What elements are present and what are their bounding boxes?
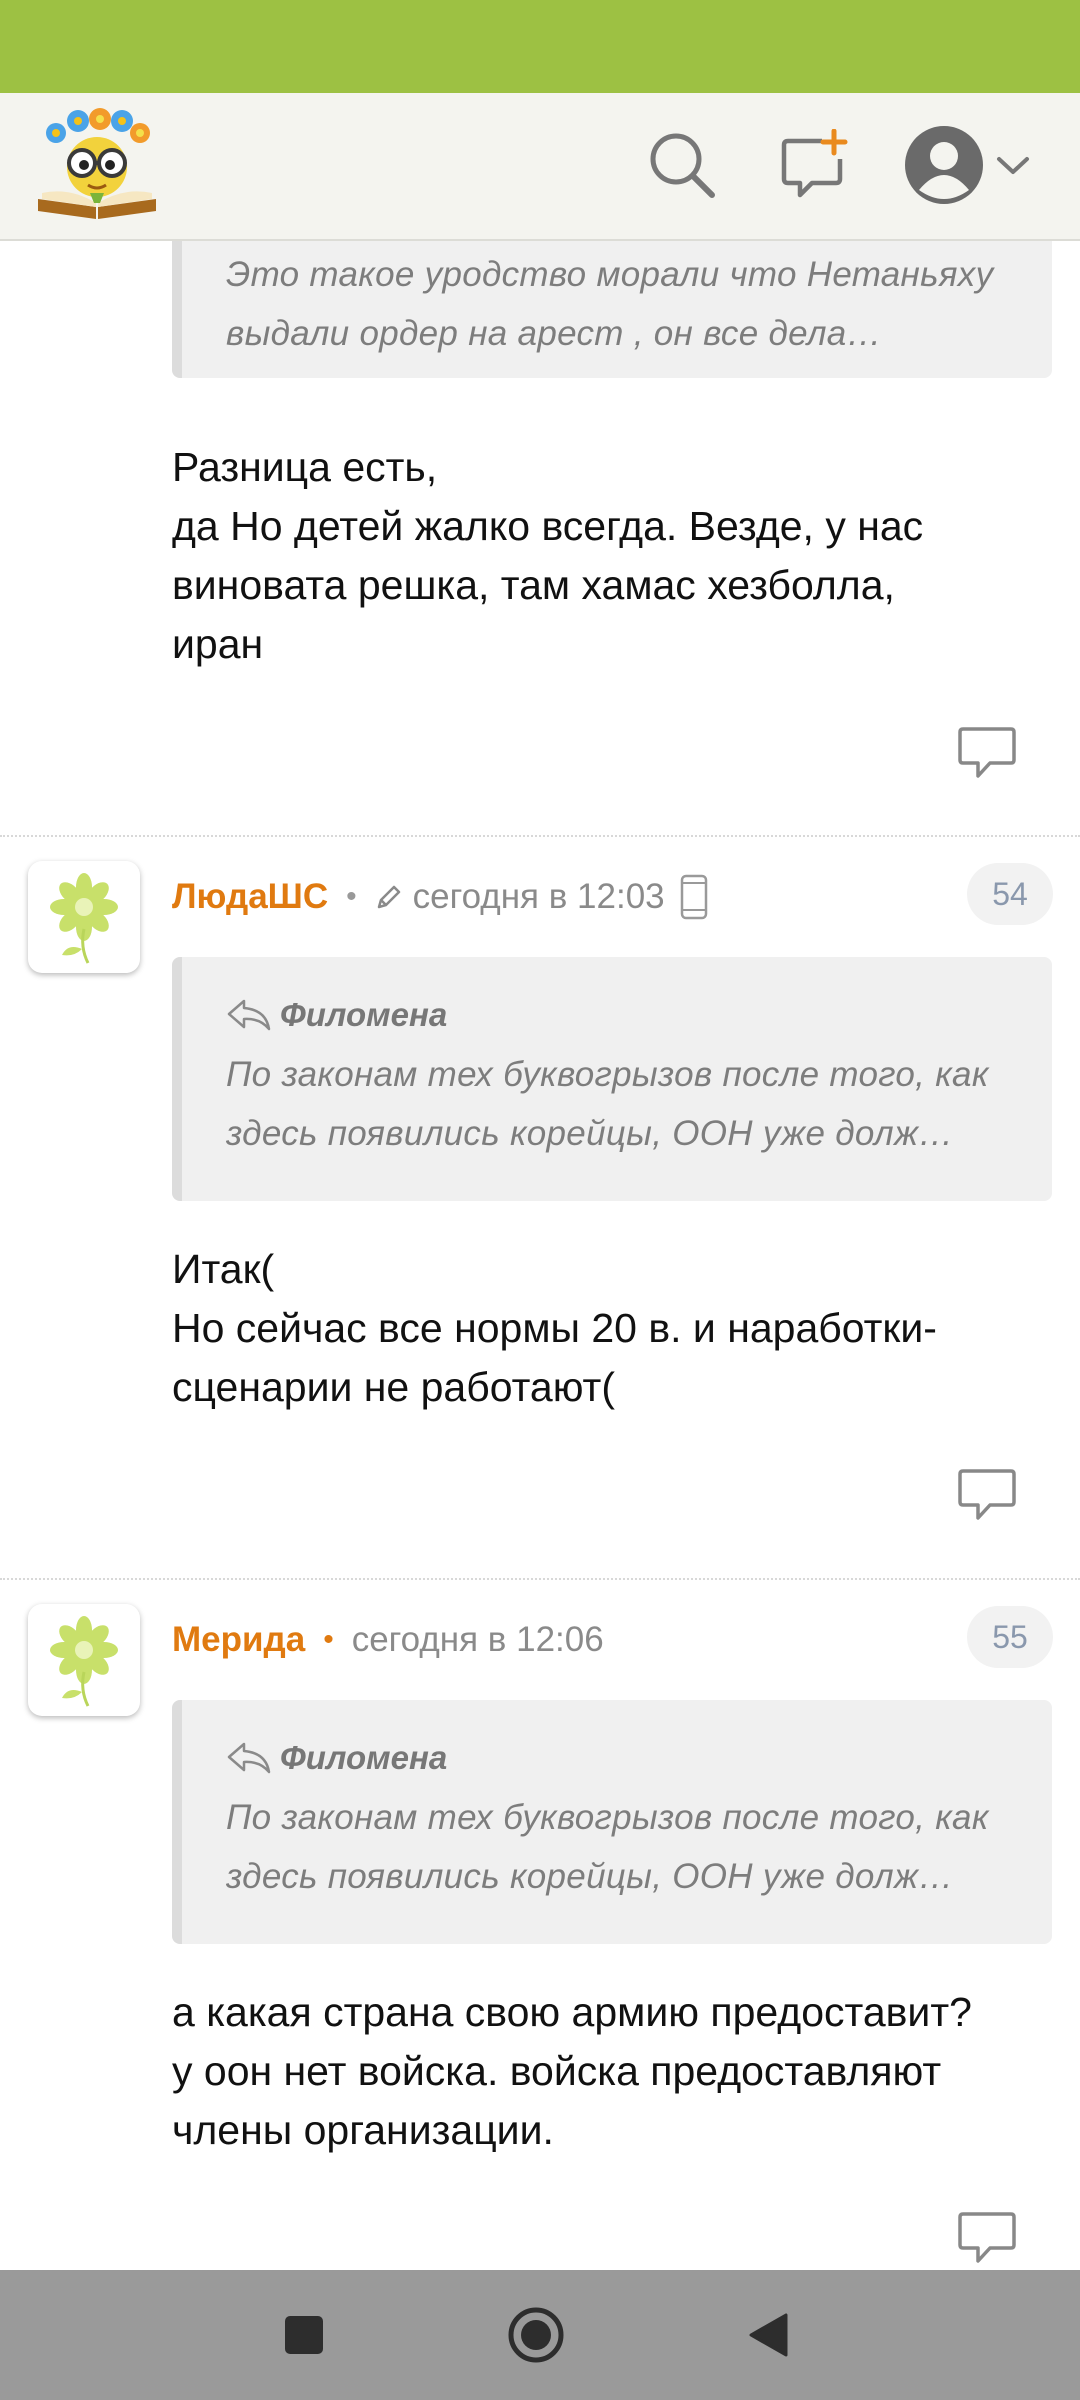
reply-button[interactable] <box>956 1468 1018 1524</box>
user-avatar-icon <box>905 126 983 204</box>
comment-divider <box>0 835 1080 837</box>
quote-text: По законам тех буквогрызов после того, к… <box>226 1798 989 1896</box>
comment-quote[interactable]: Филомена По законам тех буквогрызов посл… <box>172 1700 1052 1944</box>
reply-arrow-icon <box>227 1742 271 1774</box>
comment-time: сегодня в 12:06 <box>351 1620 604 1659</box>
mobile-device-icon <box>679 874 709 920</box>
triangle-back-icon <box>749 2313 788 2357</box>
reply-bubble-icon <box>958 2212 1016 2263</box>
status-bar <box>0 0 1080 93</box>
search-button[interactable] <box>640 123 724 207</box>
comment-text: а какая страна свою армию предоставит? у… <box>172 1989 972 2153</box>
separator-dot: • <box>346 880 357 913</box>
chevron-down-icon <box>997 157 1029 174</box>
comment-author[interactable]: ЛюдаШС <box>172 877 328 917</box>
comment-text: Разница есть, да Но детей жалко всегда. … <box>172 444 924 667</box>
avatar[interactable] <box>28 861 140 973</box>
quote-author: Филомена <box>280 1739 448 1776</box>
profile-menu-button[interactable] <box>898 123 1038 207</box>
quote-author: Филомена <box>280 996 448 1033</box>
comment-meta: Мерида • сегодня в 12:06 <box>172 1610 604 1670</box>
flower-avatar-icon <box>50 1616 118 1707</box>
quote-author-row: Филомена <box>226 1739 1014 1776</box>
reply-button[interactable] <box>956 726 1018 782</box>
comments-feed: Это такое уродство морали что Нетаньяху … <box>0 241 1080 2270</box>
home-button[interactable] <box>496 2295 576 2375</box>
quote-author-row: Филомена <box>226 996 1014 1033</box>
comment-number-badge[interactable]: 55 <box>967 1606 1053 1668</box>
comment-text: Итак( Но сейчас все нормы 20 в. и нарабо… <box>172 1246 937 1410</box>
avatar[interactable] <box>28 1604 140 1716</box>
comment-quote[interactable]: Это такое уродство морали что Нетаньяху … <box>172 241 1052 378</box>
back-button[interactable] <box>728 2295 808 2375</box>
recent-apps-button[interactable] <box>264 2295 344 2375</box>
reply-bubble-icon <box>958 1469 1016 1520</box>
quote-text: По законам тех буквогрызов после того, к… <box>226 1055 989 1153</box>
flower-avatar-icon <box>50 873 118 964</box>
new-message-icon <box>781 129 848 198</box>
reply-bubble-icon <box>958 727 1016 778</box>
comment-time: сегодня в 12:03 <box>412 877 665 916</box>
square-icon <box>285 2316 323 2354</box>
reply-arrow-icon <box>227 999 271 1031</box>
comment-quote[interactable]: Филомена По законам тех буквогрызов посл… <box>172 957 1052 1201</box>
reply-button[interactable] <box>956 2211 1018 2267</box>
site-logo[interactable] <box>34 107 160 225</box>
comment-meta: ЛюдаШС • сегодня в 12:03 <box>172 867 709 927</box>
edited-pencil-icon <box>375 883 403 911</box>
comment-number-badge[interactable]: 54 <box>967 863 1053 925</box>
separator-dot: • <box>323 1623 334 1656</box>
new-message-button[interactable] <box>772 123 856 207</box>
comment-author[interactable]: Мерида <box>172 1620 305 1660</box>
quote-text: Это такое уродство морали что Нетаньяху … <box>226 255 994 353</box>
system-navigation-bar <box>0 2270 1080 2400</box>
comment-divider <box>0 1578 1080 1580</box>
app-header <box>0 93 1080 241</box>
search-icon <box>650 133 715 198</box>
book-with-glasses-logo-icon <box>38 108 156 219</box>
circle-home-icon <box>508 2307 564 2363</box>
